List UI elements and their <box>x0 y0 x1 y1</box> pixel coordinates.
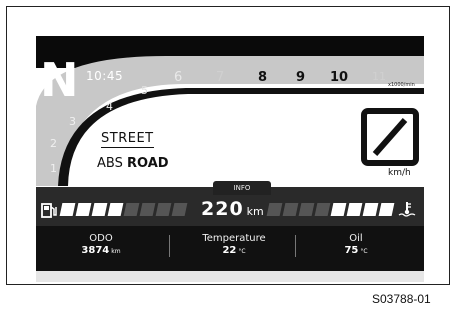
temperature-value: 22 <box>222 245 237 256</box>
info-tab: INFO <box>213 181 271 195</box>
fuel-segment <box>75 203 92 216</box>
rpm-label-8: 8 <box>258 70 268 85</box>
temperature-segment <box>266 203 283 216</box>
distance-value: 220 <box>201 198 244 220</box>
abs-label: ABS <box>97 156 123 171</box>
divider <box>169 235 170 257</box>
distance-unit: km <box>246 205 264 218</box>
oil-field: Oil 75 °C <box>311 233 401 256</box>
fuel-segment <box>123 203 140 216</box>
dashboard-display: N 10:45 1 2 3 4 5 6 7 8 9 10 11 x1000/mi… <box>36 36 424 282</box>
oil-label: Oil <box>349 233 363 244</box>
rpm-label-9: 9 <box>296 70 306 85</box>
temperature-segment <box>362 203 379 216</box>
fuel-segment <box>107 203 124 216</box>
divider <box>295 235 296 257</box>
riding-mode: STREET <box>101 131 154 148</box>
rpm-label-7: 7 <box>216 70 225 85</box>
gear-indicator: N <box>40 53 79 107</box>
temperature-label: Temperature <box>202 233 266 244</box>
temperature-value-row: 22 °C <box>184 245 284 256</box>
temperature-field: Temperature 22 °C <box>184 233 284 256</box>
odo-label: ODO <box>89 233 113 244</box>
oil-value-row: 75 °C <box>311 245 401 256</box>
temperature-segment <box>282 203 299 216</box>
fuel-segment <box>139 203 156 216</box>
fuel-segment <box>155 203 172 216</box>
fuel-segment <box>59 203 76 216</box>
odo-value-row: 3874 km <box>56 245 146 256</box>
odo-value: 3874 <box>81 245 110 256</box>
temperature-unit: °C <box>238 248 246 255</box>
rpm-label-11: 11 <box>372 70 386 83</box>
oil-value: 75 <box>344 245 359 256</box>
rpm-label-10: 10 <box>330 70 349 85</box>
temperature-segment <box>346 203 363 216</box>
fuel-pump-icon <box>41 203 57 218</box>
temperature-segment <box>378 203 395 216</box>
rpm-label-3: 3 <box>69 115 76 128</box>
temperature-segment <box>298 203 315 216</box>
odo-field: ODO 3874 km <box>56 233 146 256</box>
rpm-unit: x1000/min <box>388 82 415 88</box>
rpm-label-1: 1 <box>50 162 57 175</box>
abs-road-mode: ROAD <box>126 156 169 171</box>
abs-mode: ABS ROAD <box>97 156 169 171</box>
clock: 10:45 <box>86 69 124 83</box>
rpm-label-4: 4 <box>106 100 113 113</box>
fuel-segment <box>171 203 188 216</box>
speed-unit: km/h <box>388 168 411 178</box>
rpm-label-6: 6 <box>174 70 183 85</box>
figure-reference: S03788-01 <box>372 292 431 306</box>
slash-placeholder-icon <box>361 108 419 166</box>
trip-distance: 220 km <box>201 198 264 220</box>
oil-unit: °C <box>360 248 368 255</box>
coolant-temperature-icon <box>398 202 416 217</box>
rpm-label-5: 5 <box>141 84 148 97</box>
fuel-segment <box>91 203 108 216</box>
odo-unit: km <box>111 248 121 255</box>
temperature-segment <box>330 203 347 216</box>
temperature-segment <box>314 203 331 216</box>
bottom-strip <box>36 271 424 282</box>
rpm-label-2: 2 <box>50 137 57 150</box>
